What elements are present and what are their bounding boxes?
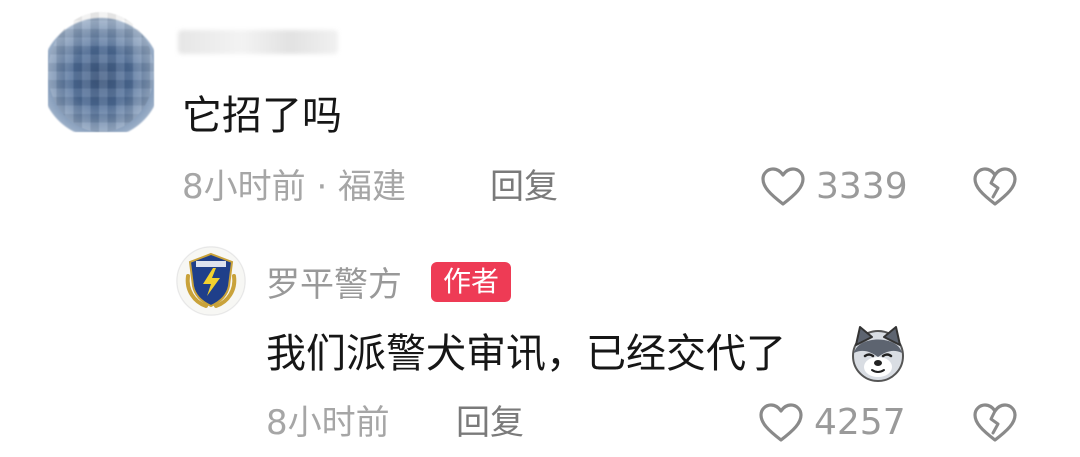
author-badge: 作者 (431, 262, 512, 302)
reply-button[interactable]: 回复 (456, 406, 524, 440)
police-badge-avatar[interactable] (176, 246, 246, 316)
comment-time-location: 8小时前 · 福建 (182, 167, 407, 207)
reply-button[interactable]: 回复 (490, 170, 558, 204)
commenter-avatar-blurred[interactable] (48, 12, 154, 132)
like-count: 4257 (814, 402, 906, 443)
reply-author-name[interactable]: 罗平警方 (266, 268, 402, 302)
heart-outline-icon[interactable] (758, 402, 804, 444)
commenter-username-blurred[interactable] (178, 30, 338, 54)
reply-text: 我们派警犬审讯，已经交代了 (266, 331, 786, 377)
broken-heart-outline-icon[interactable] (972, 166, 1018, 208)
like-count: 3339 (816, 166, 908, 207)
broken-heart-outline-icon[interactable] (972, 402, 1018, 444)
reply-time: 8小时前 (266, 403, 390, 443)
husky-dog-emoji-icon (852, 326, 904, 382)
comment-text: 它招了吗 (182, 93, 342, 139)
heart-outline-icon[interactable] (760, 166, 806, 208)
